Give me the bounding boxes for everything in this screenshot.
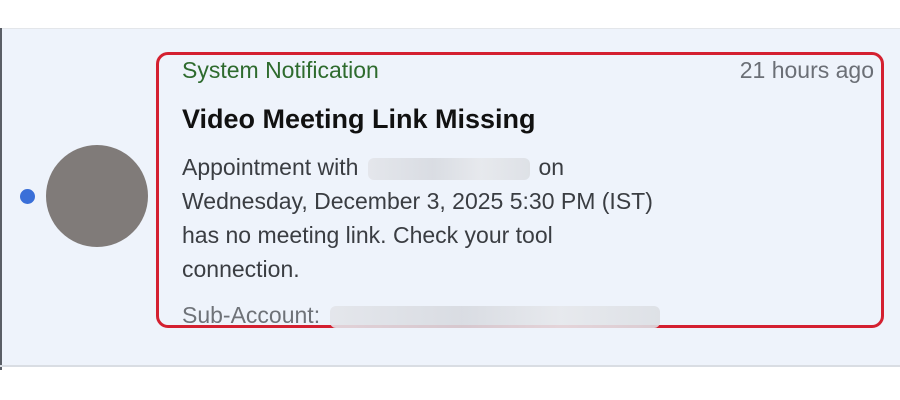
body-line-3: has no meeting link. Check your tool <box>182 222 553 248</box>
notification-timestamp: 21 hours ago <box>739 57 874 83</box>
notification-category: System Notification <box>182 57 379 83</box>
body-line-2: Wednesday, December 3, 2025 5:30 PM (IST… <box>182 188 653 214</box>
unread-indicator-dot <box>20 189 35 204</box>
body-line-1: Appointment with on <box>182 150 653 184</box>
sub-account-label: Sub-Account: <box>182 302 321 328</box>
avatar <box>46 145 148 247</box>
body-text-appointment-with: Appointment with <box>182 154 359 180</box>
bottom-divider <box>0 365 900 367</box>
redacted-contact-name <box>368 157 531 180</box>
sub-account-line: Sub-Account: <box>182 300 661 330</box>
body-text-on: on <box>538 154 565 180</box>
body-line-4: connection. <box>182 256 300 282</box>
notification-title: Video Meeting Link Missing <box>182 104 536 134</box>
notification-body: Appointment with on Wednesday, December 3… <box>182 150 653 286</box>
notification-panel: System Notification 21 hours ago Video M… <box>0 0 900 400</box>
redacted-sub-account-name <box>330 305 661 328</box>
